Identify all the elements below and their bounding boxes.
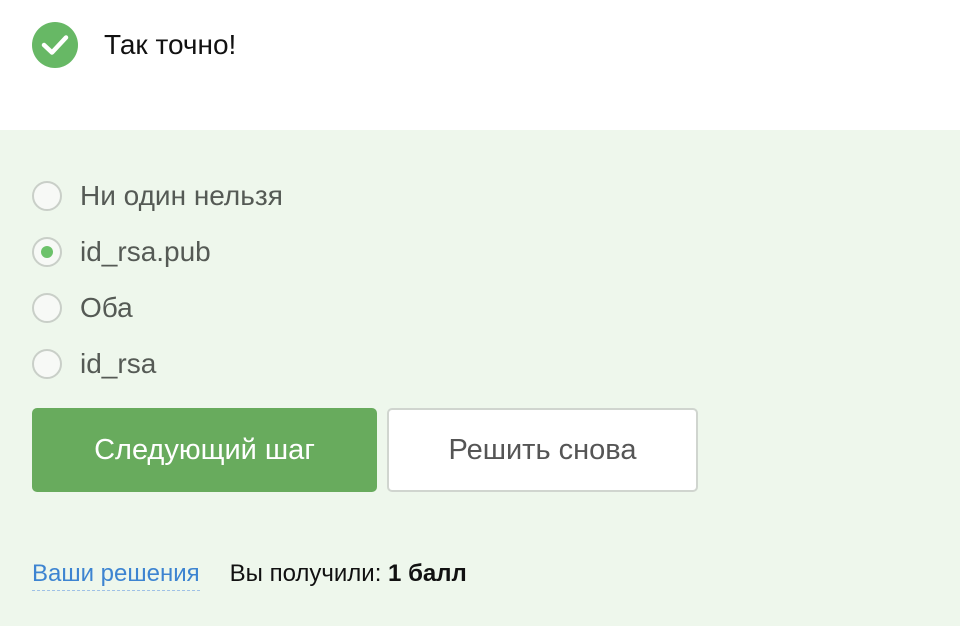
check-circle-icon (32, 22, 78, 68)
radio-button[interactable] (32, 181, 62, 211)
answer-option[interactable]: id_rsa (32, 336, 283, 392)
your-solutions-link[interactable]: Ваши решения (32, 560, 200, 591)
next-step-button[interactable]: Следующий шаг (32, 408, 377, 492)
option-label: id_rsa.pub (80, 236, 211, 267)
radio-button[interactable] (32, 293, 62, 323)
radio-button[interactable] (32, 237, 62, 267)
feedback-text: Так точно! (104, 29, 237, 60)
checkmark-icon (41, 35, 69, 55)
answer-option[interactable]: id_rsa.pub (32, 224, 283, 280)
score-value: 1 балл (388, 560, 467, 587)
answer-option[interactable]: Оба (32, 280, 283, 336)
answer-options: Ни один нельзя id_rsa.pub Оба id_rsa (32, 168, 283, 392)
feedback-banner: Так точно! (32, 22, 236, 68)
answer-panel: Ни один нельзя id_rsa.pub Оба id_rsa Сле… (0, 130, 960, 626)
option-label: id_rsa (80, 348, 157, 379)
radio-selected-dot (41, 246, 53, 258)
answer-option[interactable]: Ни один нельзя (32, 168, 283, 224)
score-text: Вы получили: 1 балл (230, 560, 467, 588)
score-label: Вы получили: (229, 560, 382, 587)
result-footer: Ваши решения Вы получили: 1 балл (32, 560, 467, 591)
option-label: Оба (80, 292, 133, 323)
action-buttons: Следующий шаг Решить снова (32, 408, 698, 492)
option-label: Ни один нельзя (80, 180, 283, 211)
radio-button[interactable] (32, 349, 62, 379)
solve-again-button[interactable]: Решить снова (387, 408, 698, 492)
